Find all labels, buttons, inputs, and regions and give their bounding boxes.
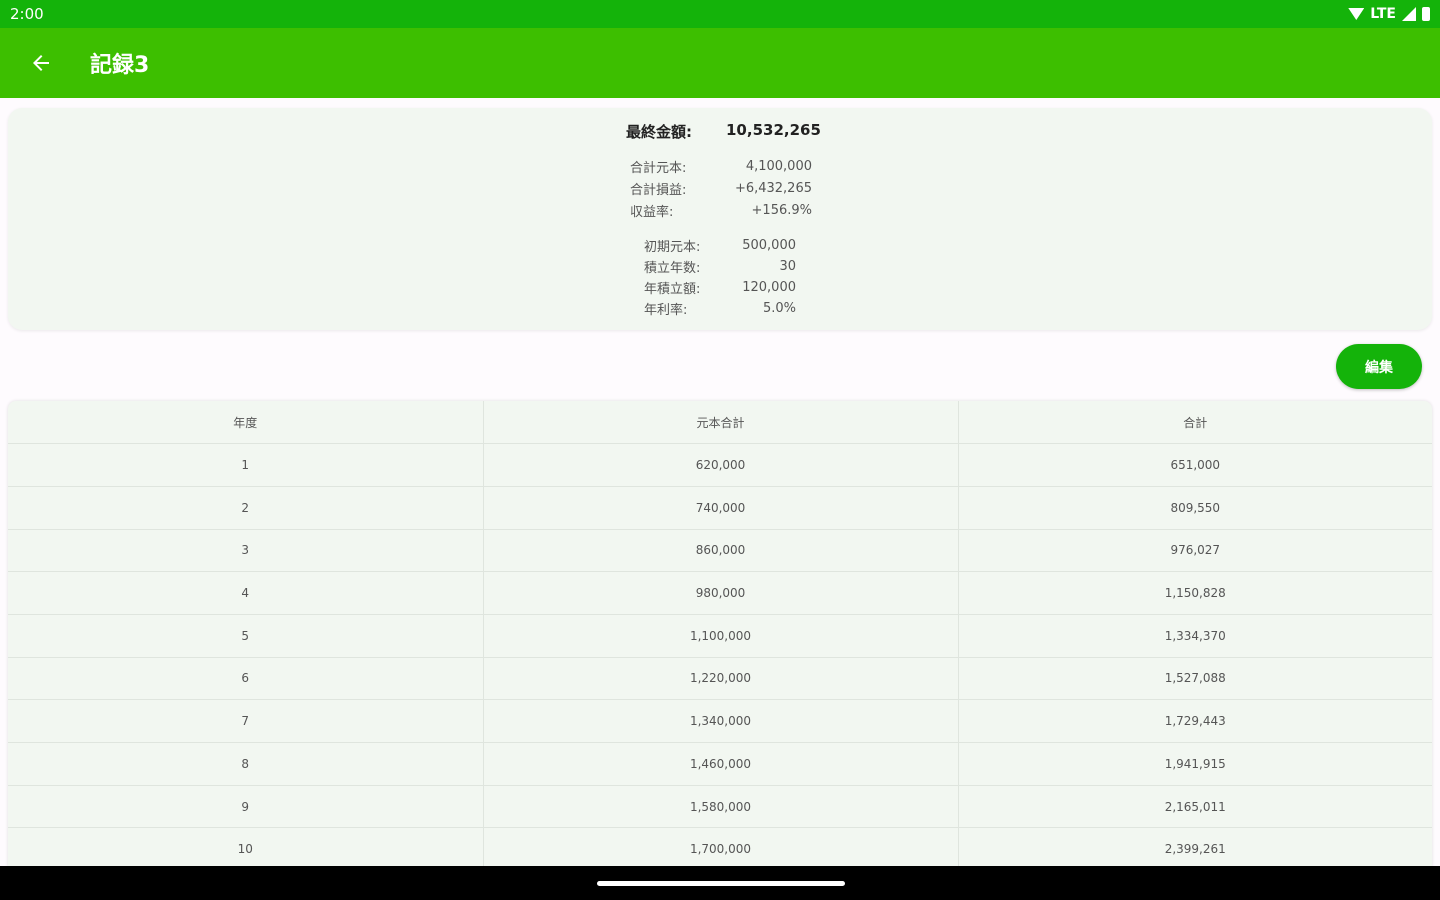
stat-label: 合計元本: xyxy=(630,160,687,176)
stat-row: 収益率: +156.9% xyxy=(630,199,812,221)
cell-year: 3 xyxy=(8,529,483,573)
cell-total: 1,941,915 xyxy=(957,742,1432,786)
cell-year: 9 xyxy=(8,785,483,829)
column-header-total: 合計 xyxy=(957,401,1432,445)
results-table-card: 年度 元本合計 合計 1 620,000 651,000 2 740,000 809,5… xyxy=(8,401,1432,867)
stat-row: 合計損益: +6,432,265 xyxy=(630,177,812,199)
table-row: 5 1,100,000 1,334,370 xyxy=(8,614,1432,658)
cell-principal: 620,000 xyxy=(482,443,958,487)
totals-block: 合計元本: 4,100,000 合計損益: +6,432,265 収益率: +1… xyxy=(630,155,812,221)
results-table: 年度 元本合計 合計 1 620,000 651,000 2 740,000 809,5… xyxy=(8,401,1432,867)
cell-year: 10 xyxy=(8,827,483,867)
param-value: 500,000 xyxy=(742,238,796,253)
cell-year: 6 xyxy=(8,657,483,701)
param-row: 年積立額: 120,000 xyxy=(644,277,796,298)
cell-principal: 1,340,000 xyxy=(482,699,958,743)
param-value: 30 xyxy=(779,259,796,274)
home-gesture-handle[interactable] xyxy=(597,881,845,886)
cell-year: 4 xyxy=(8,571,483,615)
param-value: 5.0% xyxy=(762,301,796,316)
stat-label: 収益率: xyxy=(630,204,674,220)
cell-total: 976,027 xyxy=(957,529,1432,573)
cell-principal: 980,000 xyxy=(482,571,958,615)
param-row: 初期元本: 500,000 xyxy=(644,235,796,256)
cell-principal: 1,220,000 xyxy=(482,657,958,701)
table-row: 3 860,000 976,027 xyxy=(8,529,1432,573)
param-label: 年積立額: xyxy=(644,282,701,297)
cell-total: 2,399,261 xyxy=(957,827,1432,867)
status-time: 2:00 xyxy=(10,5,44,23)
stat-row: 合計元本: 4,100,000 xyxy=(630,155,812,177)
cell-principal: 860,000 xyxy=(482,529,958,573)
final-amount-row: 最終金額: 10,532,265 xyxy=(626,121,821,142)
cell-total: 1,150,828 xyxy=(957,571,1432,615)
table-row: 9 1,580,000 2,165,011 xyxy=(8,785,1432,829)
param-label: 積立年数: xyxy=(644,261,701,276)
cell-year: 2 xyxy=(8,486,483,530)
cell-year: 5 xyxy=(8,614,483,658)
parameters-block: 初期元本: 500,000 積立年数: 30 年積立額: 120,000 年利率… xyxy=(644,235,796,319)
wifi-icon xyxy=(1348,8,1365,20)
cell-principal: 740,000 xyxy=(482,486,958,530)
cell-total: 651,000 xyxy=(957,443,1432,487)
cell-principal: 1,700,000 xyxy=(482,827,958,867)
cell-principal: 1,460,000 xyxy=(482,742,958,786)
table-row: 1 620,000 651,000 xyxy=(8,443,1432,487)
table-row: 6 1,220,000 1,527,088 xyxy=(8,657,1432,701)
status-icons: LTE xyxy=(1348,6,1430,22)
app-bar: 記録3 xyxy=(0,28,1440,98)
column-header-principal: 元本合計 xyxy=(482,401,958,445)
cell-principal: 1,580,000 xyxy=(482,785,958,829)
param-label: 初期元本: xyxy=(644,240,701,255)
final-amount-label: 最終金額: xyxy=(626,123,692,141)
cell-total: 809,550 xyxy=(957,486,1432,530)
cell-total: 1,334,370 xyxy=(957,614,1432,658)
table-row: 10 1,700,000 2,399,261 xyxy=(8,827,1432,867)
arrow-left-icon xyxy=(33,55,49,71)
cell-total: 2,165,011 xyxy=(957,785,1432,829)
cell-year: 7 xyxy=(8,699,483,743)
param-value: 120,000 xyxy=(742,280,796,295)
param-label: 年利率: xyxy=(644,303,688,318)
table-header-row: 年度 元本合計 合計 xyxy=(8,401,1432,445)
status-bar: 2:00 LTE xyxy=(0,0,1440,28)
back-button[interactable] xyxy=(16,38,66,88)
battery-icon xyxy=(1422,7,1430,21)
table-row: 8 1,460,000 1,941,915 xyxy=(8,742,1432,786)
stat-value: 4,100,000 xyxy=(745,158,812,174)
stat-value: +6,432,265 xyxy=(734,180,812,196)
cell-principal: 1,100,000 xyxy=(482,614,958,658)
stat-value: +156.9% xyxy=(751,202,812,218)
final-amount-value: 10,532,265 xyxy=(726,121,821,139)
table-row: 4 980,000 1,150,828 xyxy=(8,571,1432,615)
cell-year: 8 xyxy=(8,742,483,786)
table-row: 2 740,000 809,550 xyxy=(8,486,1432,530)
edit-button[interactable]: 編集 xyxy=(1336,344,1422,389)
signal-icon xyxy=(1402,7,1416,21)
network-type: LTE xyxy=(1370,6,1396,22)
column-header-year: 年度 xyxy=(8,401,483,445)
cell-year: 1 xyxy=(8,443,483,487)
table-row: 7 1,340,000 1,729,443 xyxy=(8,699,1432,743)
cell-total: 1,527,088 xyxy=(957,657,1432,701)
navigation-bar xyxy=(0,866,1440,900)
param-row: 年利率: 5.0% xyxy=(644,298,796,319)
param-row: 積立年数: 30 xyxy=(644,256,796,277)
stat-label: 合計損益: xyxy=(630,182,687,198)
cell-total: 1,729,443 xyxy=(957,699,1432,743)
page-title: 記録3 xyxy=(90,53,150,78)
